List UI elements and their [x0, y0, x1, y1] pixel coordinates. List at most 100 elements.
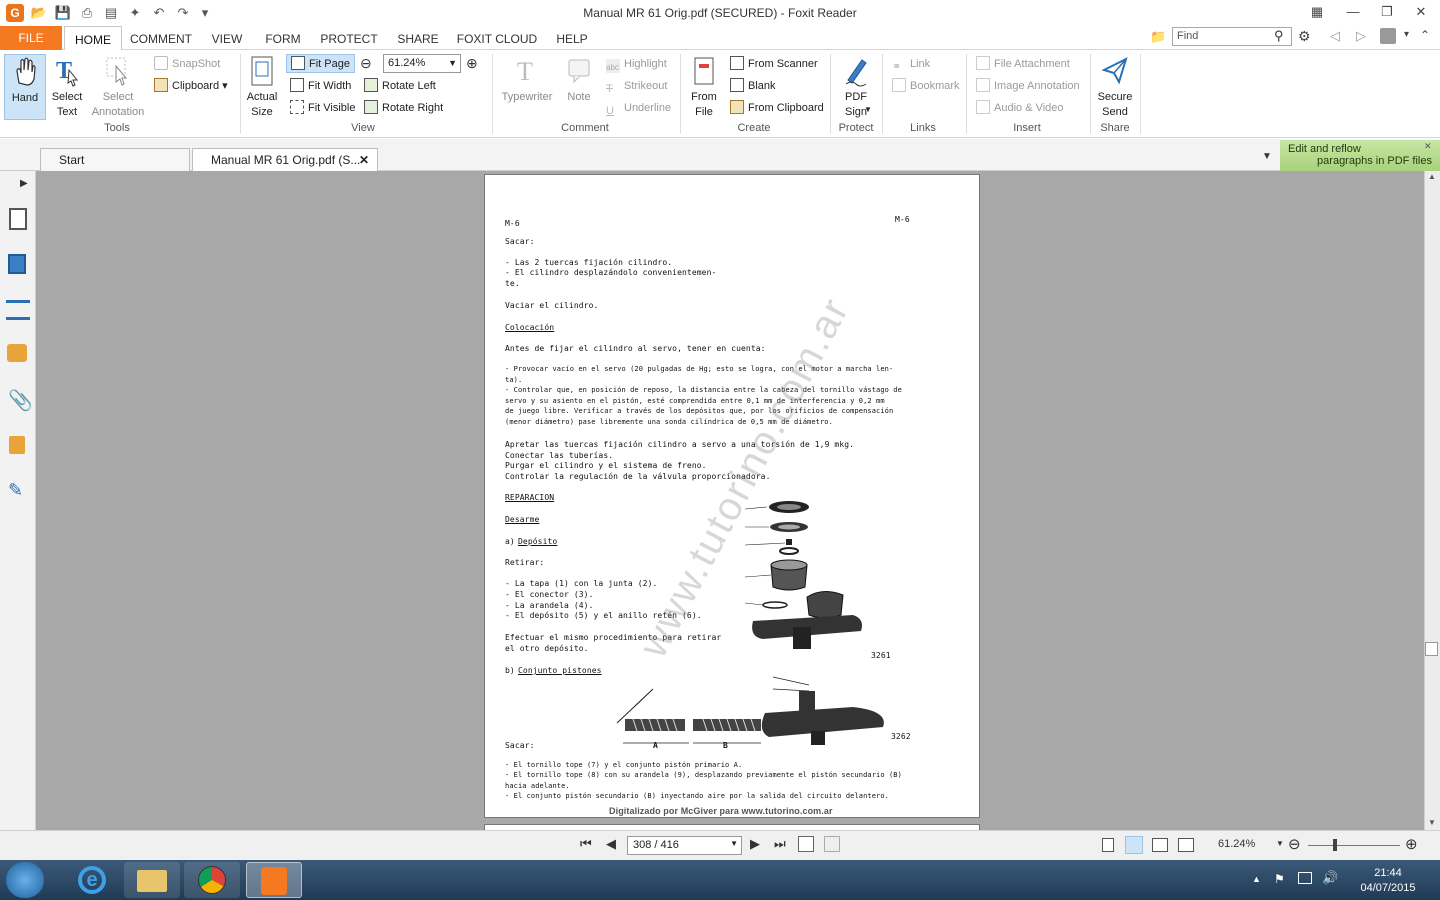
clipboard-button[interactable]: Clipboard ▾	[154, 77, 228, 95]
fit-width-button[interactable]: Fit Width	[290, 77, 351, 95]
vertical-scrollbar[interactable]	[1424, 171, 1440, 830]
fit-visible-button[interactable]: Fit Visible	[290, 99, 355, 117]
blank-button[interactable]: Blank	[730, 77, 776, 95]
page-header-right: M-6	[895, 215, 910, 224]
next-view-icon[interactable]	[824, 836, 840, 852]
ribbon-display-icon[interactable]: ▦	[1300, 2, 1334, 22]
user-menu-chevron-icon[interactable]: ▾	[1404, 29, 1409, 40]
tab-start[interactable]: Start	[40, 148, 190, 171]
actual-size-button[interactable]: Actual Size	[244, 54, 280, 120]
select-text-button[interactable]: T Select Text	[48, 54, 86, 120]
from-scanner-button[interactable]: From Scanner	[730, 55, 818, 73]
layers-panel-icon[interactable]	[6, 300, 30, 320]
signatures-panel-icon[interactable]: ✎	[8, 480, 23, 501]
tab-protect[interactable]: PROTECT	[316, 26, 382, 51]
scroll-thumb[interactable]	[1425, 642, 1438, 656]
gear-icon[interactable]: ⚙	[1298, 28, 1311, 45]
action-center-flag-icon[interactable]: ⚑	[1274, 872, 1285, 886]
from-clipboard-button[interactable]: From Clipboard	[730, 99, 824, 117]
status-zoom-in-icon[interactable]: ⊕	[1405, 835, 1418, 853]
taskbar-foxit-reader[interactable]	[246, 862, 302, 898]
close-promo-icon[interactable]: ✕	[1424, 141, 1432, 152]
rotate-right-button[interactable]: Rotate Right	[364, 99, 443, 117]
close-window-button[interactable]: ✕	[1404, 2, 1438, 22]
zoom-out-icon[interactable]: ⊖	[360, 55, 372, 72]
first-page-icon[interactable]: ⏮	[580, 836, 592, 852]
attachments-panel-icon[interactable]: 📎	[8, 388, 33, 413]
zoom-slider-track[interactable]	[1308, 845, 1400, 846]
facing-view-icon[interactable]	[1152, 838, 1168, 852]
pdf-page[interactable]: M-6 M-6 Sacar: - Las 2 tuercas fijación …	[484, 174, 980, 818]
tab-home[interactable]: HOME	[64, 26, 122, 51]
tab-list-chevron-icon[interactable]: ▼	[1262, 151, 1272, 162]
typewriter-button[interactable]: T Typewriter	[498, 54, 556, 105]
zoom-select[interactable]: 61.24% ▼	[383, 54, 461, 73]
back-nav-icon[interactable]: ◁	[1330, 28, 1340, 44]
user-avatar-icon[interactable]	[1380, 28, 1396, 44]
audio-video-button[interactable]: Audio & Video	[976, 99, 1064, 117]
note-button[interactable]: Note	[560, 54, 598, 105]
from-file-button[interactable]: From File	[686, 54, 722, 120]
secure-send-button[interactable]: Secure Send	[1094, 54, 1136, 120]
page-number-input[interactable]: 308 / 416 ▼	[627, 836, 742, 855]
tab-file[interactable]: FILE	[0, 26, 62, 50]
fit-page-button[interactable]: Fit Page	[286, 54, 355, 73]
security-lock-icon[interactable]	[9, 436, 25, 454]
continuous-facing-view-icon[interactable]	[1178, 838, 1194, 852]
status-zoom-value[interactable]: 61.24%	[1218, 838, 1255, 850]
taskbar-clock[interactable]: 21:44 04/07/2015	[1348, 866, 1428, 896]
typewriter-label: Typewriter	[501, 91, 553, 103]
zoom-in-icon[interactable]: ⊕	[466, 55, 478, 72]
taskbar-chrome[interactable]	[184, 862, 240, 898]
status-zoom-out-icon[interactable]: ⊖	[1288, 835, 1301, 853]
file-attachment-button[interactable]: File Attachment	[976, 55, 1070, 73]
link-button[interactable]: ⚭ Link	[892, 55, 930, 73]
single-page-view-icon[interactable]	[1102, 838, 1114, 852]
rotate-left-button[interactable]: Rotate Left	[364, 77, 436, 95]
promo-banner[interactable]: Edit and reflow paragraphs in PDF files	[1280, 140, 1440, 171]
image-annotation-button[interactable]: Image Annotation	[976, 77, 1080, 95]
minimize-button[interactable]: —	[1336, 2, 1370, 22]
previous-page-icon[interactable]: ◀	[606, 836, 616, 852]
snapshot-button[interactable]: SnapShot	[154, 55, 220, 73]
tab-current-document[interactable]: Manual MR 61 Orig.pdf (S... ✕	[192, 148, 378, 171]
underline-icon: U	[606, 105, 614, 117]
zoom-slider-thumb[interactable]	[1333, 839, 1337, 851]
highlight-button[interactable]: abc Highlight	[606, 55, 667, 73]
pages-panel-icon[interactable]	[8, 254, 26, 274]
status-zoom-dropdown-icon[interactable]: ▼	[1276, 839, 1284, 848]
show-hidden-icons[interactable]: ▲	[1252, 874, 1261, 884]
maximize-button[interactable]: ❐	[1370, 2, 1404, 22]
close-tab-icon[interactable]: ✕	[359, 149, 369, 171]
group-label-create: Create	[737, 122, 771, 134]
taskbar-internet-explorer[interactable]: e	[64, 862, 120, 898]
hand-tool-button[interactable]: Hand	[4, 54, 46, 120]
select-annotation-button[interactable]: Select Annotation	[88, 54, 148, 120]
tab-form[interactable]: FORM	[260, 26, 306, 51]
tab-foxit-cloud[interactable]: FOXIT CLOUD	[454, 26, 540, 51]
tab-share[interactable]: SHARE	[392, 26, 444, 51]
collapse-ribbon-icon[interactable]: ⌃	[1420, 28, 1430, 42]
volume-icon[interactable]: 🔊	[1322, 870, 1338, 886]
tab-comment[interactable]: COMMENT	[126, 26, 196, 51]
strikeout-button[interactable]: T Strikeout	[606, 77, 667, 95]
find-folder-icon[interactable]: 📁	[1150, 29, 1168, 47]
tab-view[interactable]: VIEW	[204, 26, 250, 51]
continuous-view-icon[interactable]	[1125, 836, 1143, 854]
bookmarks-panel-icon[interactable]	[9, 208, 27, 230]
taskbar-file-explorer[interactable]	[124, 862, 180, 898]
next-page-icon[interactable]: ▶	[750, 836, 760, 852]
underline-button[interactable]: U Underline	[606, 99, 671, 117]
last-page-icon[interactable]: ⏭	[774, 836, 786, 852]
tab-help[interactable]: HELP	[550, 26, 594, 51]
start-button[interactable]	[6, 862, 44, 898]
expand-pane-icon[interactable]: ▶	[20, 178, 28, 189]
comments-panel-icon[interactable]	[7, 344, 27, 362]
forward-nav-icon[interactable]: ▷	[1356, 28, 1366, 44]
scroll-up-icon[interactable]: ▲	[1428, 172, 1436, 181]
bookmark-button[interactable]: Bookmark	[892, 77, 960, 95]
scroll-down-icon[interactable]: ▼	[1428, 818, 1436, 827]
search-icon[interactable]: ⚲	[1274, 28, 1284, 44]
network-icon[interactable]	[1298, 872, 1312, 884]
previous-view-icon[interactable]	[798, 836, 814, 852]
